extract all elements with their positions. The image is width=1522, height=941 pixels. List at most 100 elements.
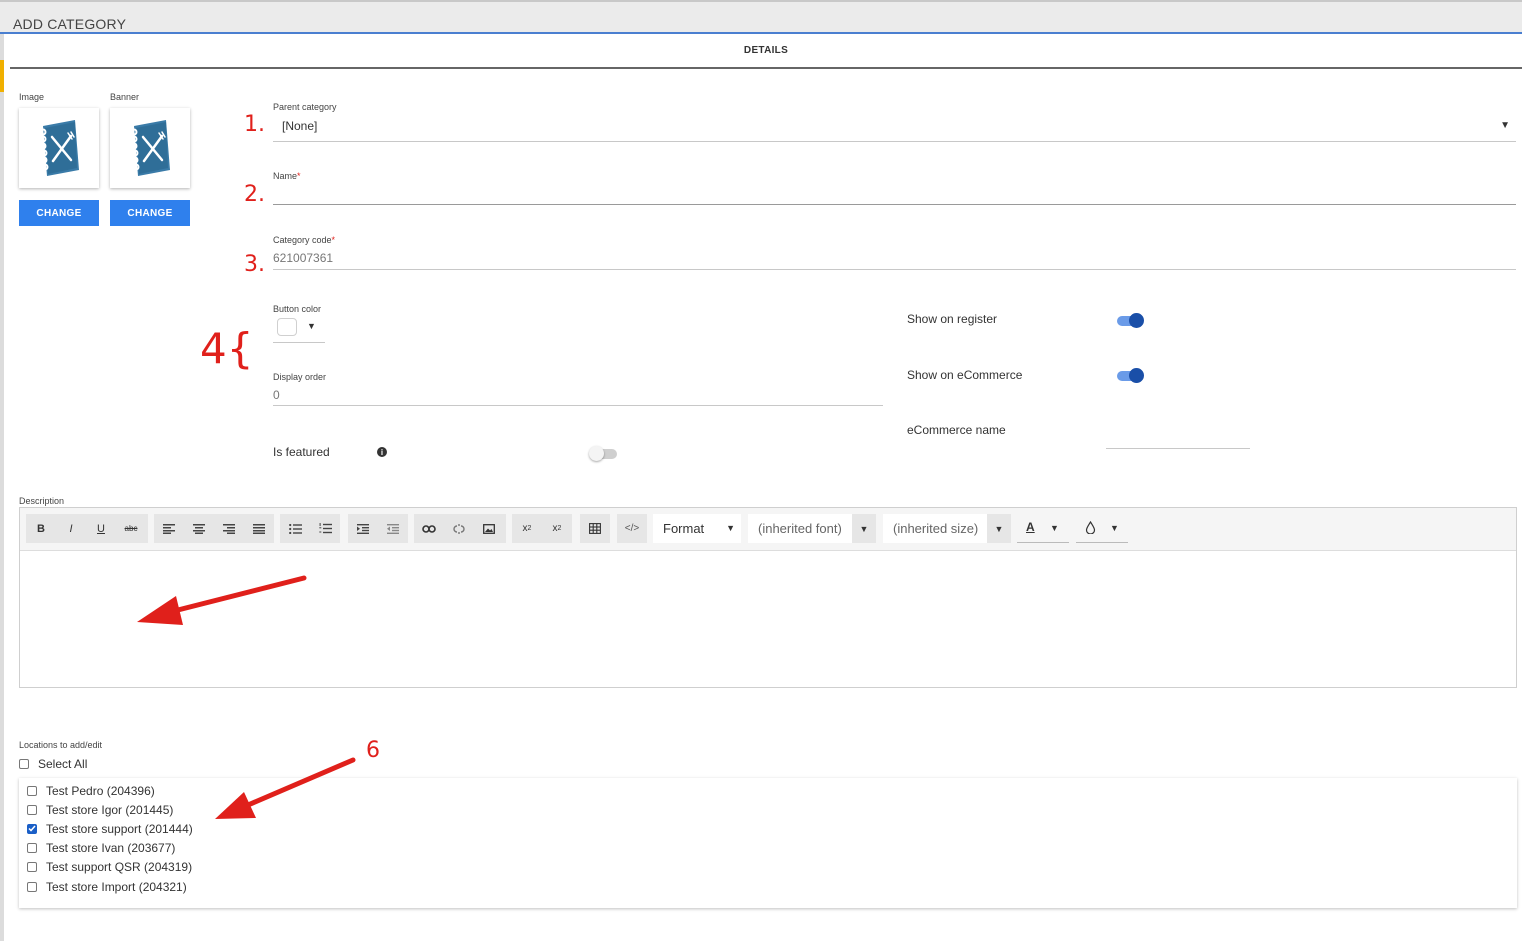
- numbered-list-icon[interactable]: [310, 514, 340, 543]
- unlink-icon[interactable]: [444, 514, 474, 543]
- bold-button[interactable]: B: [26, 514, 56, 543]
- toggle-knob: [589, 446, 604, 461]
- editor-toolbar: B I U abc x 2 x 2 </> Format ▼ (inherite…: [20, 508, 1516, 551]
- location-item[interactable]: Test store Igor (201445): [27, 801, 173, 818]
- checkbox-box[interactable]: [27, 785, 37, 796]
- show-on-ecommerce-toggle[interactable]: [1114, 366, 1148, 386]
- display-order-input[interactable]: 0: [273, 388, 280, 402]
- left-edge-strip: [0, 0, 4, 941]
- parent-category-underline: [273, 141, 1516, 142]
- link-icon[interactable]: [414, 514, 444, 543]
- category-code-label: Category code*: [273, 235, 335, 245]
- banner-preview: [110, 108, 190, 188]
- annotation-3: 3.: [244, 252, 265, 277]
- code-view-icon[interactable]: </>: [617, 514, 647, 543]
- alignment-group: [154, 514, 274, 543]
- tab-details[interactable]: DETAILS: [10, 45, 1522, 56]
- checkbox-box[interactable]: [27, 842, 37, 853]
- background-color-picker[interactable]: ▼: [1076, 514, 1128, 543]
- indent-group: [348, 514, 408, 543]
- chevron-down-icon: ▼: [1500, 120, 1510, 131]
- script-group: x2 x2: [512, 514, 572, 543]
- name-input[interactable]: [273, 184, 1516, 204]
- chevron-down-icon: ▼: [307, 321, 316, 331]
- check-icon: [28, 825, 36, 832]
- strikethrough-button[interactable]: abc: [116, 514, 146, 543]
- table-icon[interactable]: [580, 514, 610, 543]
- banner-label: Banner: [110, 92, 140, 102]
- indent-icon[interactable]: [348, 514, 378, 543]
- format-select[interactable]: Format ▼: [653, 514, 741, 543]
- fill-drop-icon: [1085, 521, 1096, 534]
- font-family-dropdown-icon[interactable]: ▼: [852, 514, 876, 543]
- italic-button[interactable]: I: [56, 514, 86, 543]
- menu-book-icon: [130, 120, 170, 176]
- location-label: Test support QSR (204319): [46, 859, 193, 874]
- image-label: Image: [19, 92, 45, 102]
- location-label: Test store Ivan (203677): [46, 840, 176, 855]
- location-label: Test store support (201444): [46, 821, 193, 836]
- outdent-icon[interactable]: [378, 514, 408, 543]
- toggle-knob: [1129, 368, 1144, 383]
- location-item[interactable]: Test support QSR (204319): [27, 858, 192, 875]
- image-icon[interactable]: [474, 514, 504, 543]
- is-featured-toggle[interactable]: [588, 444, 620, 464]
- button-color-underline: [273, 342, 325, 343]
- location-label: Test Pedro (204396): [46, 783, 155, 798]
- locations-list: Test Pedro (204396) Test store Igor (201…: [19, 778, 1517, 908]
- annotation-6: 6: [366, 738, 380, 763]
- select-all-checkbox[interactable]: Select All: [19, 755, 87, 772]
- table-group: [580, 514, 610, 543]
- superscript-icon[interactable]: x2: [542, 514, 572, 543]
- checkbox-box-checked[interactable]: [27, 823, 37, 834]
- list-group: [280, 514, 340, 543]
- image-preview: [19, 108, 99, 188]
- font-size-dropdown-icon[interactable]: ▼: [987, 514, 1011, 543]
- required-marker: *: [331, 235, 336, 245]
- checkbox-box[interactable]: [27, 804, 37, 815]
- checkbox-box[interactable]: [27, 861, 37, 872]
- checkbox-box[interactable]: [19, 758, 29, 769]
- align-center-icon[interactable]: [184, 514, 214, 543]
- underline-button[interactable]: U: [86, 514, 116, 543]
- ecommerce-name-input[interactable]: [1106, 428, 1250, 448]
- category-code-label-text: Category code: [273, 235, 332, 245]
- annotation-4: 4{: [200, 324, 254, 373]
- show-on-register-toggle[interactable]: [1114, 311, 1148, 331]
- location-item[interactable]: Test store support (201444): [27, 820, 193, 837]
- location-item[interactable]: Test store Ivan (203677): [27, 839, 175, 856]
- required-marker: *: [297, 171, 301, 181]
- parent-category-select[interactable]: [None] ▼: [273, 116, 1516, 142]
- bullet-list-icon[interactable]: [280, 514, 310, 543]
- align-left-icon[interactable]: [154, 514, 184, 543]
- text-style-group: B I U abc: [26, 514, 148, 543]
- font-size-select[interactable]: (inherited size): [883, 514, 987, 543]
- parent-category-value: [None]: [282, 119, 318, 133]
- menu-book-icon: [39, 120, 79, 176]
- change-image-button[interactable]: CHANGE: [19, 200, 99, 226]
- insert-group: [414, 514, 506, 543]
- color-swatch: [277, 318, 297, 336]
- display-order-underline: [273, 405, 883, 406]
- location-item[interactable]: Test Pedro (204396): [27, 782, 155, 799]
- font-family-select[interactable]: (inherited font): [748, 514, 852, 543]
- subscript-icon[interactable]: x2: [512, 514, 542, 543]
- location-label: Test store Import (204321): [46, 879, 187, 894]
- description-label: Description: [19, 496, 65, 506]
- display-order-label: Display order: [273, 372, 327, 382]
- category-code-input[interactable]: 621007361: [273, 251, 333, 265]
- align-right-icon[interactable]: [214, 514, 244, 543]
- description-content-area[interactable]: [20, 552, 1516, 688]
- locations-label: Locations to add/edit: [19, 740, 103, 750]
- info-icon[interactable]: i: [377, 447, 387, 457]
- button-color-picker[interactable]: ▼: [273, 316, 325, 342]
- checkbox-box[interactable]: [27, 881, 37, 892]
- font-color-picker[interactable]: A ▼: [1017, 514, 1069, 543]
- align-justify-icon[interactable]: [244, 514, 274, 543]
- change-banner-button[interactable]: CHANGE: [110, 200, 190, 226]
- font-family-label: (inherited font): [758, 521, 842, 536]
- location-item[interactable]: Test store Import (204321): [27, 878, 187, 895]
- code-group: </>: [617, 514, 647, 543]
- chevron-down-icon: ▼: [726, 523, 735, 533]
- name-label-text: Name: [273, 171, 298, 181]
